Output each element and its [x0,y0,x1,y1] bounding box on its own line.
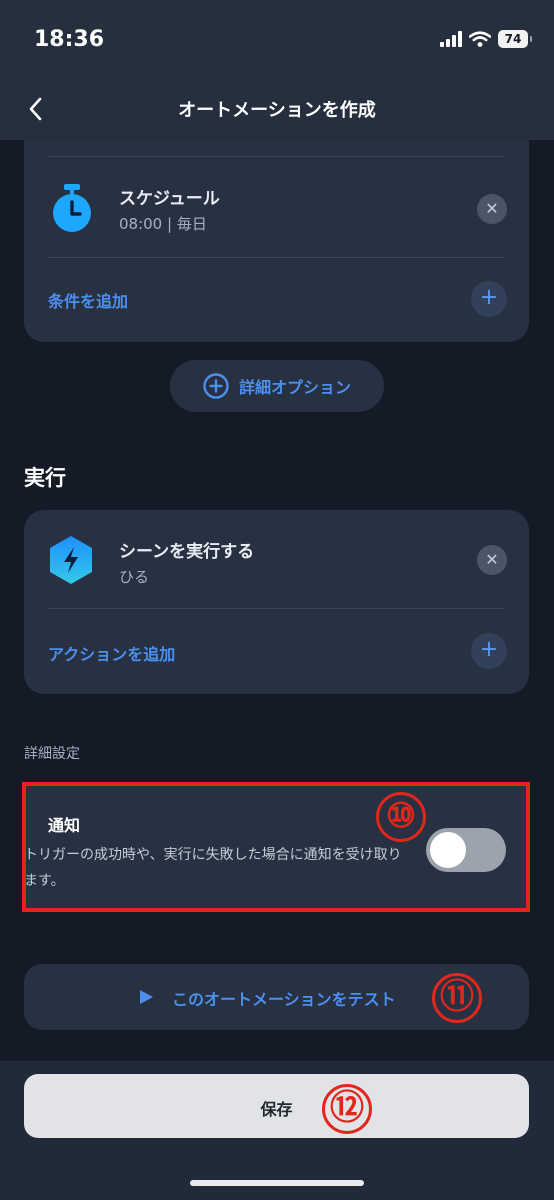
plus-icon: + [479,285,499,310]
scene-title: シーンを実行する [119,542,255,562]
notification-toggle[interactable] [426,828,506,872]
home-indicator [190,1180,364,1186]
execution-section-title: 実行 [24,466,66,490]
annotation-callout-10: ⑩ [376,792,426,842]
signal-icon [440,31,462,47]
add-action-button[interactable]: + [471,633,507,669]
toggle-knob [430,832,466,868]
add-condition-button[interactable]: + [471,281,507,317]
conditions-card: スケジュール 08:00 | 毎日 ✕ 条件を追加 + [24,140,529,342]
add-action-link[interactable]: アクションを追加 [48,641,175,665]
divider [48,608,505,609]
scene-subtitle: ひる [119,568,150,586]
close-icon: ✕ [485,550,499,569]
battery-indicator: 74 [498,30,532,48]
status-time: 18:36 [34,27,105,52]
wifi-icon [469,31,491,47]
notification-description: トリガーの成功時や、実行に失敗した場合に通知を受け取ります。 [24,847,402,889]
status-bar: 18:36 74 [0,0,554,80]
remove-schedule-button[interactable]: ✕ [477,194,507,224]
page-title: オートメーションを作成 [178,100,376,121]
add-condition-link[interactable]: 条件を追加 [48,288,128,312]
advanced-options-button[interactable]: 詳細オプション [170,360,384,412]
annotation-callout-11: ⑪ [432,973,482,1023]
advanced-options-label: 詳細オプション [238,378,351,397]
annotation-callout-12: ⑫ [322,1084,372,1134]
remove-scene-button[interactable]: ✕ [477,545,507,575]
test-automation-label: このオートメーションをテスト [172,990,396,1009]
plus-circle-icon [203,373,229,399]
schedule-subtitle: 08:00 | 毎日 [119,215,207,233]
status-icons: 74 [440,30,532,48]
play-icon [140,990,153,1004]
scene-icon [50,536,92,584]
save-label: 保存 [260,1100,293,1119]
execution-card: シーンを実行する ひる ✕ アクションを追加 + [24,510,529,694]
schedule-title: スケジュール [119,189,220,209]
save-button[interactable]: 保存 [24,1074,529,1138]
divider [48,257,505,258]
divider [48,156,505,157]
stopwatch-icon [53,184,91,232]
notification-title: 通知 [48,816,81,835]
advanced-settings-title: 詳細設定 [24,746,80,762]
nav-bar: オートメーションを作成 [0,80,554,140]
plus-icon: + [479,637,499,662]
close-icon: ✕ [485,199,499,218]
